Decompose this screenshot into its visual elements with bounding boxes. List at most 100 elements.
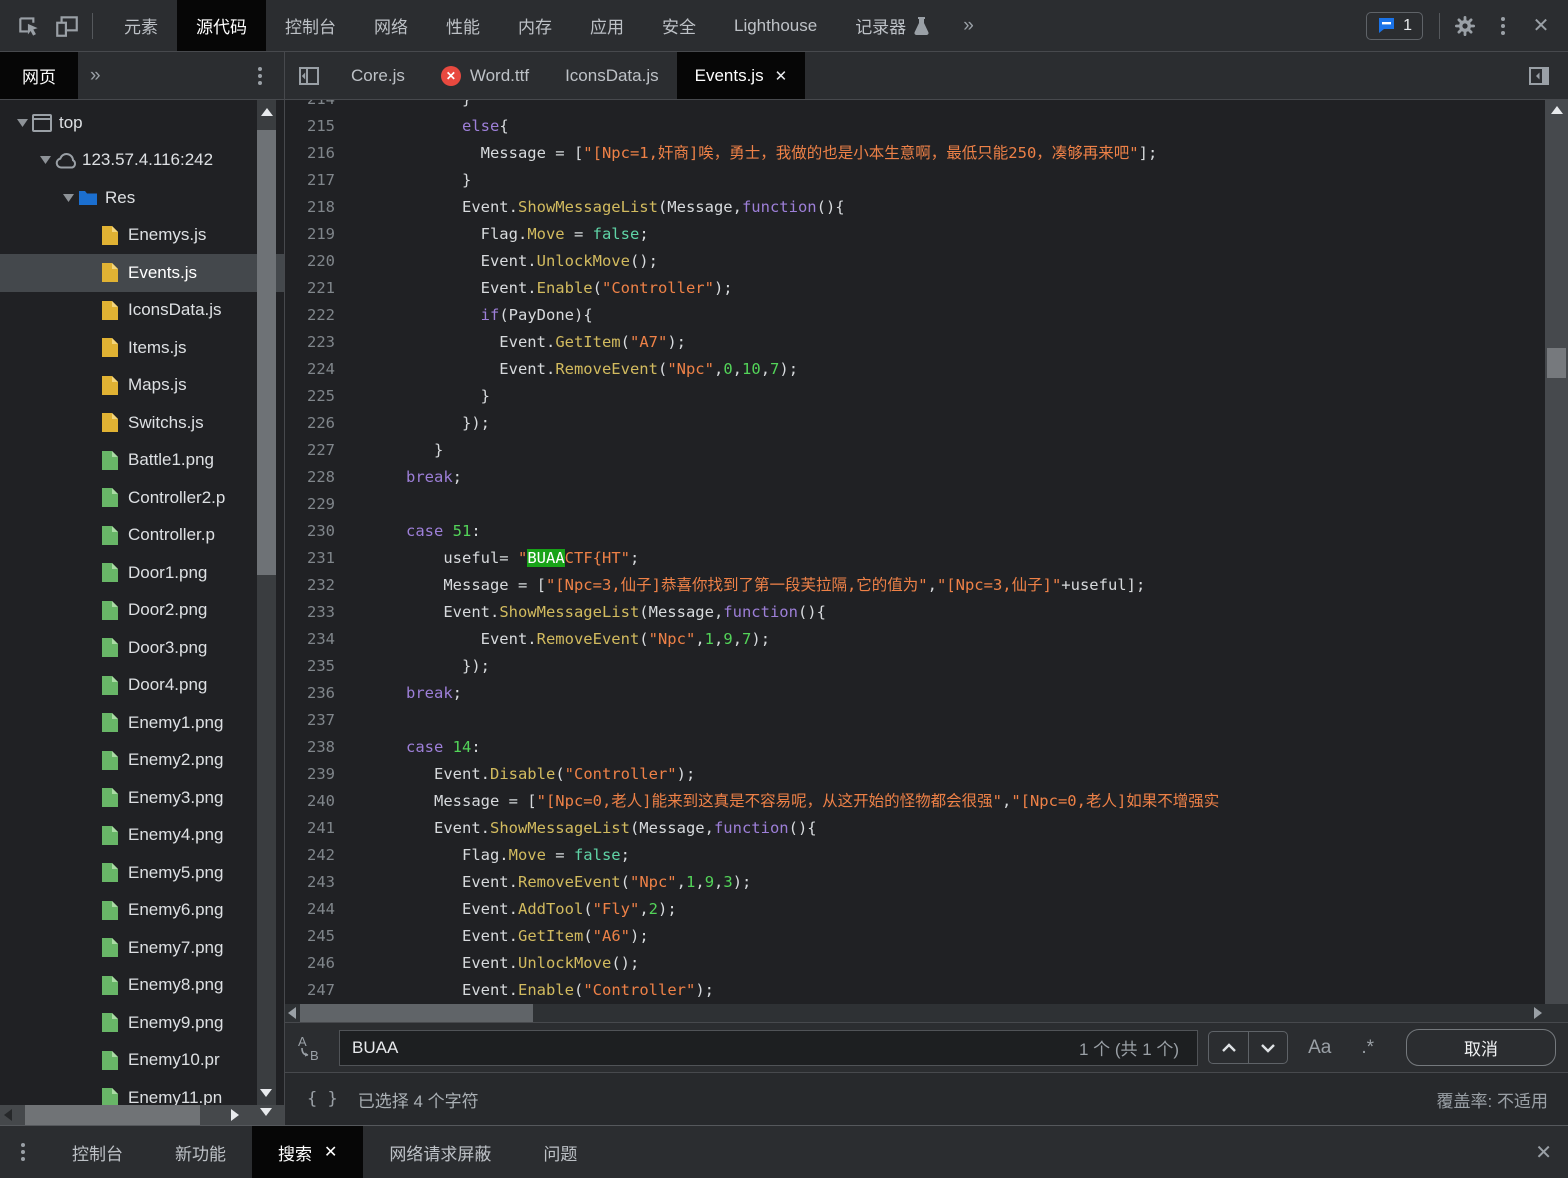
close-tab-icon[interactable]: ✕	[775, 67, 788, 85]
more-panes-button[interactable]: »	[78, 52, 113, 99]
line-number[interactable]: 215	[285, 113, 350, 140]
tree-item-enemy6-png[interactable]: Enemy6.png	[0, 892, 284, 930]
code-line-228[interactable]: 228 break;	[285, 464, 1545, 491]
tree-item-enemy11-pn[interactable]: Enemy11.pn	[0, 1079, 284, 1105]
panel-tab-9[interactable]: 记录器	[836, 0, 949, 51]
code-line-214[interactable]: 214 }	[285, 100, 1545, 113]
tree-item-123-57-4-116-242[interactable]: 123.57.4.116:242	[0, 142, 284, 180]
code-line-235[interactable]: 235 });	[285, 653, 1545, 680]
panel-tab-5[interactable]: 内存	[499, 0, 571, 51]
navigator-horizontal-scrollbar[interactable]	[0, 1105, 284, 1125]
code-line-246[interactable]: 246 Event.UnlockMove();	[285, 950, 1545, 977]
editor-horizontal-scrollbar[interactable]	[285, 1004, 1545, 1022]
drawer-tab-搜索[interactable]: 搜索✕	[252, 1126, 363, 1178]
drawer-menu-icon[interactable]	[0, 1126, 46, 1178]
editor-tab-events-js[interactable]: Events.js✕	[677, 52, 806, 99]
line-number[interactable]: 243	[285, 869, 350, 896]
code-line-218[interactable]: 218 Event.ShowMessageList(Message,functi…	[285, 194, 1545, 221]
tree-item-enemys-js[interactable]: Enemys.js	[0, 217, 284, 255]
next-match-button[interactable]	[1248, 1032, 1287, 1063]
code-line-236[interactable]: 236 break;	[285, 680, 1545, 707]
line-number[interactable]: 220	[285, 248, 350, 275]
previous-match-button[interactable]	[1209, 1032, 1248, 1063]
inspect-element-icon[interactable]	[10, 8, 48, 44]
expander-icon[interactable]	[12, 119, 32, 127]
panel-tab-1[interactable]: 源代码	[177, 0, 266, 51]
line-number[interactable]: 216	[285, 140, 350, 167]
close-devtools-icon[interactable]: ✕	[1522, 8, 1560, 44]
code-line-223[interactable]: 223 Event.GetItem("A7");	[285, 329, 1545, 356]
code-line-221[interactable]: 221 Event.Enable("Controller");	[285, 275, 1545, 302]
panel-tab-3[interactable]: 网络	[355, 0, 427, 51]
line-number[interactable]: 222	[285, 302, 350, 329]
line-number[interactable]: 233	[285, 599, 350, 626]
navigator-menu-icon[interactable]	[258, 52, 284, 99]
code-line-230[interactable]: 230 case 51:	[285, 518, 1545, 545]
tree-item-maps-js[interactable]: Maps.js	[0, 367, 284, 405]
tree-item-battle1-png[interactable]: Battle1.png	[0, 442, 284, 480]
line-number[interactable]: 237	[285, 707, 350, 734]
close-drawer-icon[interactable]: ✕	[1535, 1140, 1552, 1165]
panel-tab-0[interactable]: 元素	[105, 0, 177, 51]
issues-badge[interactable]: 1	[1366, 12, 1423, 40]
line-number[interactable]: 239	[285, 761, 350, 788]
editor-tab-word-ttf[interactable]: ✕Word.ttf	[423, 52, 547, 99]
close-search-tab-icon[interactable]: ✕	[324, 1142, 337, 1162]
tree-item-events-js[interactable]: Events.js	[0, 254, 284, 292]
tree-item-switchs-js[interactable]: Switchs.js	[0, 404, 284, 442]
line-number[interactable]: 241	[285, 815, 350, 842]
line-number[interactable]: 244	[285, 896, 350, 923]
code-line-239[interactable]: 239 Event.Disable("Controller");	[285, 761, 1545, 788]
line-number[interactable]: 218	[285, 194, 350, 221]
panel-tab-8[interactable]: Lighthouse	[715, 0, 836, 51]
tree-item-enemy2-png[interactable]: Enemy2.png	[0, 742, 284, 780]
code-line-220[interactable]: 220 Event.UnlockMove();	[285, 248, 1545, 275]
line-number[interactable]: 214	[285, 100, 350, 113]
code-line-224[interactable]: 224 Event.RemoveEvent("Npc",0,10,7);	[285, 356, 1545, 383]
tree-item-controller-p[interactable]: Controller.p	[0, 517, 284, 555]
drawer-tab-新功能[interactable]: 新功能	[149, 1126, 252, 1178]
tree-item-enemy9-png[interactable]: Enemy9.png	[0, 1004, 284, 1042]
line-number[interactable]: 219	[285, 221, 350, 248]
code-line-240[interactable]: 240 Message = ["[Npc=0,老人]能来到这真是不容易呢，从这开…	[285, 788, 1545, 815]
find-input[interactable]	[352, 1038, 1079, 1058]
tree-item-enemy4-png[interactable]: Enemy4.png	[0, 817, 284, 855]
tree-item-door1-png[interactable]: Door1.png	[0, 554, 284, 592]
code-line-216[interactable]: 216 Message = ["[Npc=1,奸商]唉，勇士，我做的也是小本生意…	[285, 140, 1545, 167]
line-number[interactable]: 223	[285, 329, 350, 356]
code-line-234[interactable]: 234 Event.RemoveEvent("Npc",1,9,7);	[285, 626, 1545, 653]
panel-tab-4[interactable]: 性能	[427, 0, 499, 51]
line-number[interactable]: 235	[285, 653, 350, 680]
tree-item-items-js[interactable]: Items.js	[0, 329, 284, 367]
code-line-247[interactable]: 247 Event.Enable("Controller");	[285, 977, 1545, 1004]
more-panels-button[interactable]: »	[949, 0, 988, 51]
tree-item-enemy10-pr[interactable]: Enemy10.pr	[0, 1042, 284, 1080]
line-number[interactable]: 247	[285, 977, 350, 1004]
tree-item-enemy7-png[interactable]: Enemy7.png	[0, 929, 284, 967]
cancel-button[interactable]: 取消	[1406, 1029, 1556, 1066]
code-line-225[interactable]: 225 }	[285, 383, 1545, 410]
expander-icon[interactable]	[58, 194, 78, 202]
panel-tab-7[interactable]: 安全	[643, 0, 715, 51]
code-line-232[interactable]: 232 Message = ["[Npc=3,仙子]恭喜你找到了第一段芙拉隔,它…	[285, 572, 1545, 599]
line-number[interactable]: 221	[285, 275, 350, 302]
line-number[interactable]: 240	[285, 788, 350, 815]
device-toolbar-icon[interactable]	[48, 8, 86, 44]
panel-tab-6[interactable]: 应用	[571, 0, 643, 51]
code-line-241[interactable]: 241 Event.ShowMessageList(Message,functi…	[285, 815, 1545, 842]
expander-icon[interactable]	[35, 156, 55, 164]
drawer-tab-控制台[interactable]: 控制台	[46, 1126, 149, 1178]
code-line-238[interactable]: 238 case 14:	[285, 734, 1545, 761]
line-number[interactable]: 228	[285, 464, 350, 491]
tree-item-res[interactable]: Res	[0, 179, 284, 217]
line-number[interactable]: 225	[285, 383, 350, 410]
code-line-222[interactable]: 222 if(PayDone){	[285, 302, 1545, 329]
tree-item-door2-png[interactable]: Door2.png	[0, 592, 284, 630]
tree-item-enemy5-png[interactable]: Enemy5.png	[0, 854, 284, 892]
replace-toggle-icon[interactable]: AB	[291, 1030, 329, 1066]
drawer-tab-网络请求屏蔽[interactable]: 网络请求屏蔽	[363, 1126, 517, 1178]
editor-vertical-scrollbar[interactable]	[1545, 100, 1568, 1004]
more-options-icon[interactable]	[1484, 8, 1522, 44]
line-number[interactable]: 217	[285, 167, 350, 194]
case-sensitive-toggle[interactable]: Aa	[1298, 1037, 1341, 1059]
